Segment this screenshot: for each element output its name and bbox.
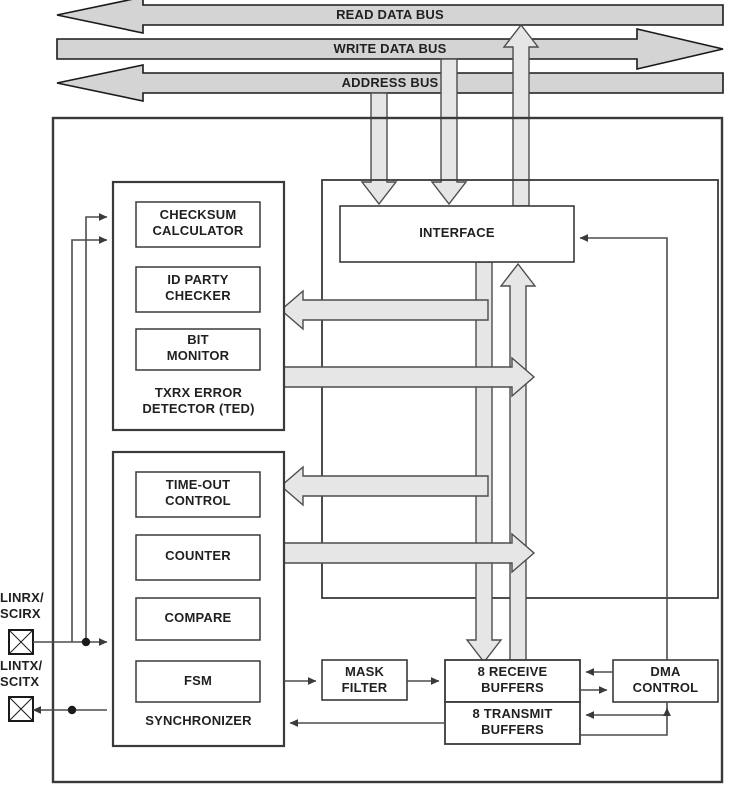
label-dma-control-line2: CONTROL: [632, 680, 699, 695]
junction-dot-rx: [81, 637, 91, 647]
connector-address-bus-down: [360, 92, 398, 206]
line-dma-to-interface: [579, 234, 668, 660]
label-counter: COUNTER: [165, 548, 231, 563]
bus-label-read-data: READ DATA BUS: [336, 7, 444, 22]
label-id-party-checker-line2: CHECKER: [165, 288, 231, 303]
line-rx-to-checksum: [85, 213, 108, 642]
label-bit-monitor-line2: MONITOR: [166, 348, 230, 363]
connector-interface-to-receive-buffers: [465, 261, 503, 664]
junction-dot-tx: [67, 705, 77, 715]
label-compare: COMPARE: [164, 610, 232, 625]
connector-synchronizer-to-transmit: [280, 532, 536, 574]
label-id-party-checker-line1: ID PARTY: [167, 272, 229, 287]
label-transmit-buffers-line1: 8 TRANSMIT: [472, 706, 553, 721]
label-time-out-control-line2: CONTROL: [165, 493, 231, 508]
line-transmit-buffers-to-dma: [580, 707, 671, 736]
label-ted-line1: TXRX ERROR: [154, 385, 243, 400]
label-time-out-control-line1: TIME-OUT: [165, 477, 231, 492]
bus-label-write-data: WRITE DATA BUS: [333, 41, 447, 56]
label-pin-linrx-line1: LINRX/: [0, 590, 44, 605]
pin-linrx-scirx-icon[interactable]: [8, 629, 34, 655]
line-dma-to-transmit-buffers: [585, 702, 668, 719]
label-pin-linrx-line2: SCIRX: [0, 606, 41, 621]
label-transmit-buffers-line2: BUFFERS: [481, 722, 544, 737]
label-checksum-calculator-line2: CALCULATOR: [152, 223, 244, 238]
label-checksum-calculator-line1: CHECKSUM: [159, 207, 237, 222]
label-synchronizer: SYNCHRONIZER: [145, 713, 252, 728]
connector-interface-to-synchronizer: [279, 465, 489, 507]
connector-interface-to-ted: [279, 289, 489, 331]
label-receive-buffers-line2: BUFFERS: [481, 680, 544, 695]
label-receive-buffers-line1: 8 RECEIVE: [477, 664, 548, 679]
block-diagram-canvas: READ DATA BUS WRITE DATA BUS ADDRESS BUS…: [0, 0, 740, 786]
pin-lintx-scitx-icon[interactable]: [8, 696, 34, 722]
label-ted-line2: DETECTOR (TED): [142, 401, 255, 416]
label-fsm: FSM: [183, 673, 213, 688]
bus-label-address: ADDRESS BUS: [341, 75, 439, 90]
label-pin-lintx-line1: LINTX/: [0, 658, 43, 673]
connector-ted-to-transmit: [280, 356, 536, 398]
label-pin-lintx-line2: SCITX: [0, 674, 40, 689]
line-rx-to-id-parity: [71, 236, 108, 642]
label-bit-monitor-line1: BIT: [187, 332, 209, 347]
connector-transmit-to-interface: [499, 262, 537, 703]
label-mask-filter-line2: FILTER: [341, 680, 388, 695]
label-mask-filter-line1: MASK: [344, 664, 385, 679]
label-interface: INTERFACE: [419, 225, 495, 240]
label-dma-control-line1: DMA: [650, 664, 681, 679]
